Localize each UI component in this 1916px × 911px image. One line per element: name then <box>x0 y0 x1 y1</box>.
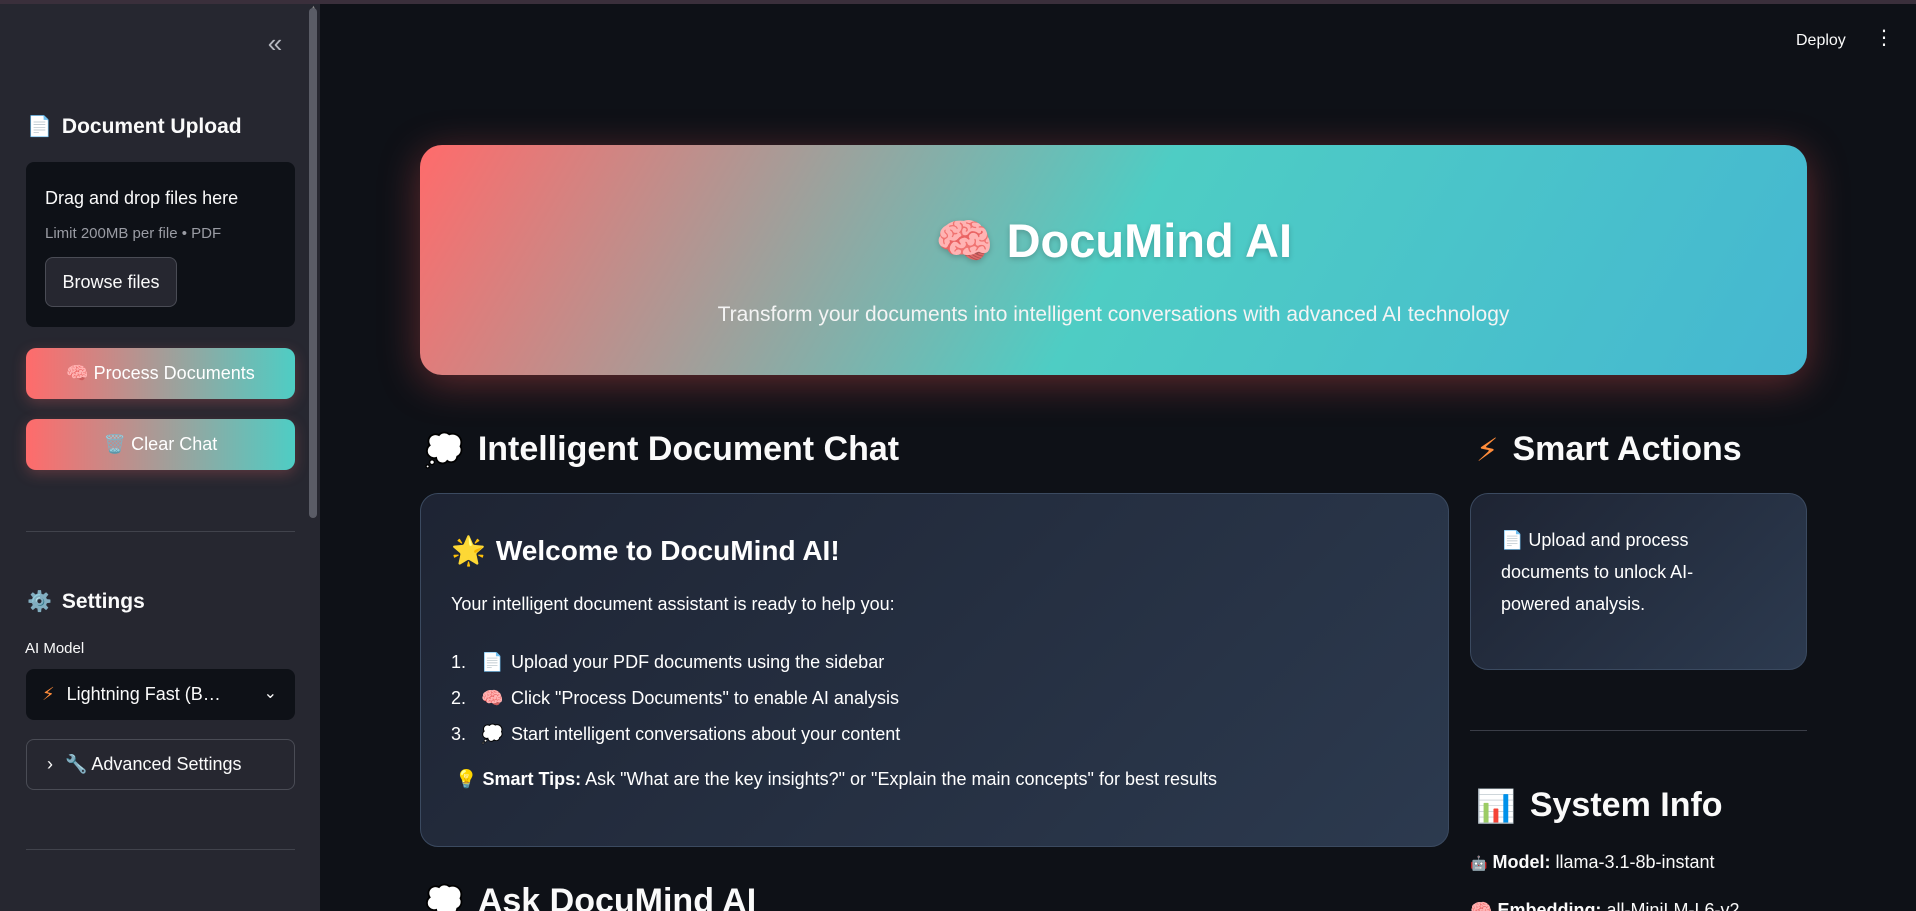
sidebar-divider <box>26 531 295 532</box>
smart-actions-heading-text: Smart Actions <box>1512 430 1742 468</box>
brain-icon: 🧠 <box>481 687 504 708</box>
hero-banner: 🧠 DocuMind AI Transform your documents i… <box>420 145 1807 375</box>
sidebar-scrollbar[interactable] <box>309 8 317 518</box>
collapse-sidebar-button[interactable]: « <box>262 30 288 58</box>
smart-actions-heading: ⚡ Smart Actions <box>1476 430 1742 469</box>
welcome-title: 🌟 Welcome to DocuMind AI! <box>451 534 840 567</box>
list-item: 2. 🧠 Click "Process Documents" to enable… <box>451 680 900 716</box>
system-info-heading-text: System Info <box>1529 786 1723 824</box>
model-select-value: Lightning Fast (B… <box>66 684 221 704</box>
chat-heading: 💭 Intelligent Document Chat <box>424 430 899 469</box>
advanced-settings-expander[interactable]: › 🔧 Advanced Settings <box>26 739 295 790</box>
hero-title: 🧠 DocuMind AI <box>934 214 1293 267</box>
process-documents-button[interactable]: 🧠 Process Documents <box>26 348 295 399</box>
sidebar-divider <box>26 849 295 850</box>
sidebar: ▲ « 📄 Document Upload Drag and drop file… <box>0 4 320 911</box>
step-text: Start intelligent conversations about yo… <box>511 723 901 744</box>
thought-bubble-icon: 💭 <box>424 883 464 911</box>
model-select[interactable]: ⚡ Lightning Fast (B… ⌄ <box>26 669 295 720</box>
lightbulb-icon: 💡 <box>455 769 478 789</box>
smart-actions-text: 📄 Upload and process documents to unlock… <box>1501 530 1694 614</box>
step-number: 1. <box>451 651 467 672</box>
step-number: 2. <box>451 687 467 708</box>
embedding-label: Embedding: <box>1497 900 1602 911</box>
lightning-icon: ⚡ <box>1476 431 1499 468</box>
embedding-value: all-MiniLM-L6-v2 <box>1601 900 1740 911</box>
tips-label: Smart Tips: <box>482 769 582 789</box>
upload-heading-text: Document Upload <box>61 114 242 138</box>
model-value: llama-3.1-8b-instant <box>1550 852 1715 872</box>
chevron-right-icon: › <box>47 754 53 774</box>
step-text: Upload your PDF documents using the side… <box>511 651 885 672</box>
ask-heading-text: Ask DocuMind AI <box>477 882 757 911</box>
browse-files-button[interactable]: Browse files <box>45 257 177 307</box>
robot-icon: 🤖 <box>1470 855 1488 871</box>
advanced-settings-label: 🔧 Advanced Settings <box>65 754 242 774</box>
settings-heading-text: Settings <box>61 589 145 613</box>
system-info-model: 🤖 Model: llama-3.1-8b-instant <box>1470 852 1715 873</box>
clear-chat-button[interactable]: 🗑️ Clear Chat <box>26 419 295 470</box>
smart-tips: 💡 Smart Tips: Ask "What are the key insi… <box>455 769 1217 790</box>
main-menu-icon[interactable]: ⋮ <box>1874 28 1894 48</box>
file-dropzone[interactable]: Drag and drop files here Limit 200MB per… <box>26 162 295 327</box>
page-icon: 📄 <box>481 651 504 672</box>
list-item: 1. 📄 Upload your PDF documents using the… <box>451 644 900 680</box>
thought-bubble-icon: 💭 <box>481 723 504 744</box>
clear-chat-label: 🗑️ Clear Chat <box>103 434 218 454</box>
welcome-card: 🌟 Welcome to DocuMind AI! Your intellige… <box>420 493 1449 847</box>
settings-heading: ⚙️ Settings <box>27 589 145 614</box>
system-info-heading: 📊 System Info <box>1476 786 1723 825</box>
main-divider <box>1470 730 1807 731</box>
chevron-down-icon: ⌄ <box>263 685 277 702</box>
lightning-icon: ⚡ <box>42 684 55 704</box>
process-documents-label: 🧠 Process Documents <box>66 363 255 383</box>
upload-heading: 📄 Document Upload <box>27 114 242 139</box>
steps-list: 1. 📄 Upload your PDF documents using the… <box>451 644 900 752</box>
welcome-intro: Your intelligent document assistant is r… <box>451 594 895 614</box>
smart-actions-card: 📄 Upload and process documents to unlock… <box>1470 493 1807 670</box>
step-number: 3. <box>451 723 467 744</box>
hero-subtitle: Transform your documents into intelligen… <box>717 303 1510 326</box>
welcome-title-text: Welcome to DocuMind AI! <box>495 534 840 566</box>
deploy-button[interactable]: Deploy <box>1796 32 1846 50</box>
dropzone-text: Drag and drop files here <box>45 188 239 208</box>
gear-icon: ⚙️ <box>27 591 52 613</box>
star-icon: 🌟 <box>451 535 486 566</box>
dropzone-limit: Limit 200MB per file • PDF <box>45 225 222 242</box>
ask-heading: 💭 Ask DocuMind AI <box>424 882 756 911</box>
system-info-embedding: 🧠 Embedding: all-MiniLM-L6-v2 <box>1470 900 1739 911</box>
tips-text: Ask "What are the key insights?" or "Exp… <box>581 769 1217 789</box>
step-text: Click "Process Documents" to enable AI a… <box>511 687 899 708</box>
list-item: 3. 💭 Start intelligent conversations abo… <box>451 716 900 752</box>
bar-chart-icon: 📊 <box>1476 787 1516 824</box>
chat-heading-text: Intelligent Document Chat <box>477 430 900 468</box>
brain-icon: 🧠 <box>1470 900 1493 911</box>
page-icon: 📄 <box>27 116 52 138</box>
thought-bubble-icon: 💭 <box>424 431 464 468</box>
model-label: Model: <box>1492 852 1551 872</box>
model-select-label: AI Model <box>25 640 85 657</box>
